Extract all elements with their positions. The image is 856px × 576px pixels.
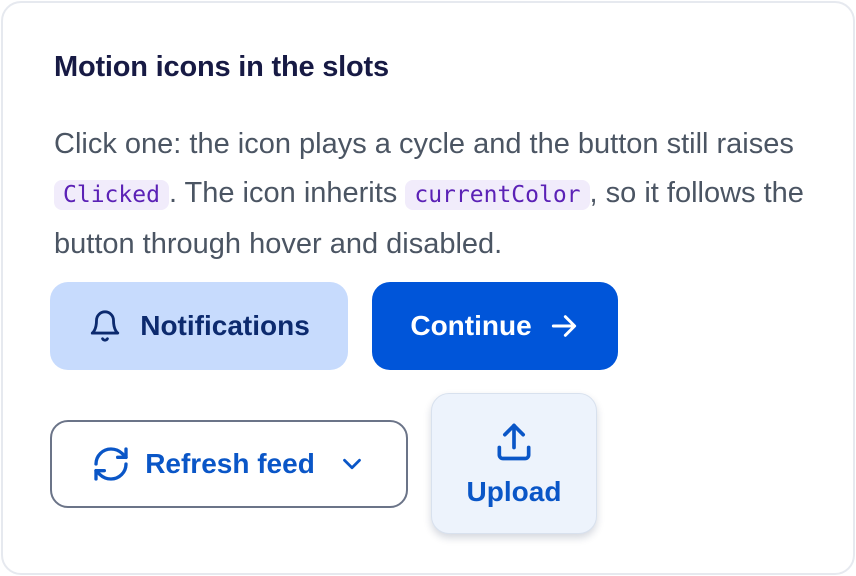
upload-icon	[492, 420, 536, 464]
chevron-down-icon	[337, 449, 367, 479]
inline-code-clicked: Clicked	[54, 180, 169, 210]
upload-button[interactable]: Upload	[431, 393, 597, 534]
notifications-label: Notifications	[140, 310, 310, 341]
description-text: . The icon inherits	[168, 177, 406, 209]
continue-label: Continue	[410, 310, 532, 341]
notifications-button[interactable]: Notifications	[50, 282, 348, 370]
inline-code-currentcolor: currentColor	[405, 180, 590, 210]
bell-icon	[88, 308, 122, 344]
continue-button[interactable]: Continue	[372, 282, 618, 370]
arrow-right-icon	[548, 310, 580, 342]
refresh-icon	[91, 444, 131, 484]
description-text: Click one: the icon plays a cycle and th…	[54, 128, 794, 160]
card-description: Click one: the icon plays a cycle and th…	[54, 120, 834, 269]
upload-label: Upload	[466, 475, 562, 507]
refresh-feed-button[interactable]: Refresh feed	[50, 420, 408, 508]
refresh-feed-label: Refresh feed	[145, 448, 315, 479]
card-title: Motion icons in the slots	[54, 51, 389, 83]
